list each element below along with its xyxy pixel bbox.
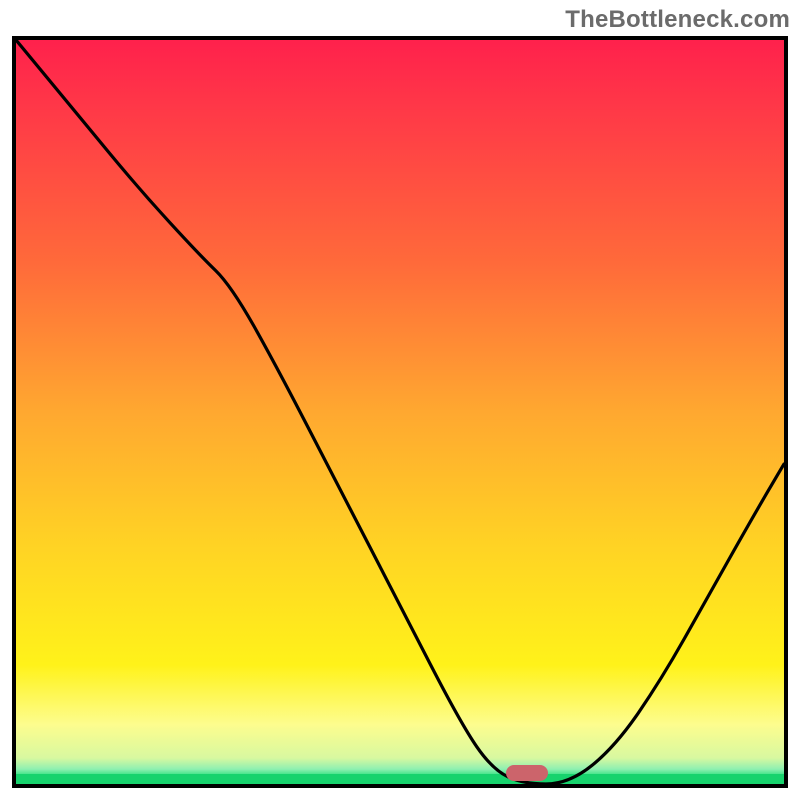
watermark-text: TheBottleneck.com	[565, 6, 790, 34]
chart-stage: TheBottleneck.com	[0, 0, 800, 800]
bottleneck-curve	[16, 40, 784, 784]
bottleneck-curve-path	[16, 40, 784, 784]
plot-frame	[12, 36, 788, 788]
baseline-marker-pill	[506, 765, 548, 781]
